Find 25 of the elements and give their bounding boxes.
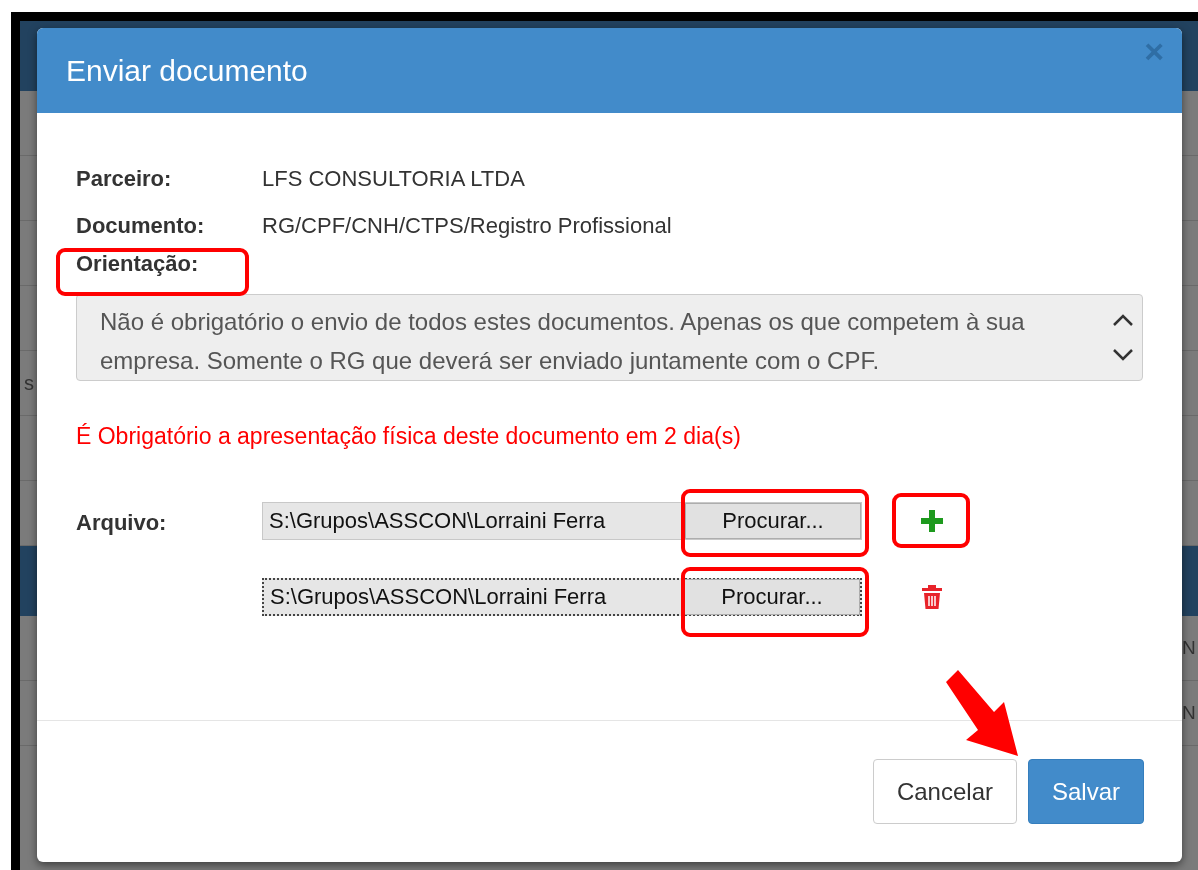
save-button[interactable]: Salvar xyxy=(1027,759,1144,824)
file-input[interactable]: S:\Grupos\ASSCON\Lorraini Ferra Procurar... xyxy=(262,578,862,616)
field-value: LFS CONSULTORIA LTDA xyxy=(262,165,525,192)
orientation-label: Orientação: xyxy=(76,250,199,278)
scroll-up-icon[interactable] xyxy=(1112,312,1134,327)
orientation-textarea[interactable]: Não é obrigatório o envio de todos estes documentos. Apenas os que competem à sua empresa. Somente o RG que deverá ser enviado juntamente com o CPF. xyxy=(76,294,1143,381)
file-path: S:\Grupos\ASSCON\Lorraini Ferra xyxy=(268,508,607,534)
cancel-button[interactable]: Cancelar xyxy=(872,759,1017,824)
table-cell-text: N xyxy=(1182,702,1197,724)
warning-text: É Obrigatório a apresentação física deste documento em 2 dia(s) xyxy=(76,423,742,450)
orientation-text: Não é obrigatório o envio de todos estes documentos. Apenas os que competem à sua empresa. Somente o RG que deverá ser enviado juntamente com o CPF. xyxy=(100,307,1026,376)
file-input[interactable]: S:\Grupos\ASSCON\Lorraini Ferra Procurar... xyxy=(262,502,862,540)
field-label: Parceiro: xyxy=(76,165,173,192)
table-cell: s xyxy=(24,371,34,395)
add-icon[interactable] xyxy=(920,509,944,533)
dialog-title: Enviar documento xyxy=(66,53,308,88)
browse-button[interactable]: Procurar... xyxy=(684,579,860,615)
table-cell-text: N xyxy=(1182,637,1197,659)
trash-icon[interactable] xyxy=(921,584,943,610)
field-value: RG/CPF/CNH/CTPS/Registro Profissional xyxy=(262,212,672,239)
browse-button[interactable]: Procurar... xyxy=(685,503,861,539)
scroll-down-icon[interactable] xyxy=(1112,347,1134,362)
file-path: S:\Grupos\ASSCON\Lorraini Ferra xyxy=(269,584,608,610)
file-label: Arquivo: xyxy=(76,509,168,537)
field-label: Documento: xyxy=(76,212,206,239)
